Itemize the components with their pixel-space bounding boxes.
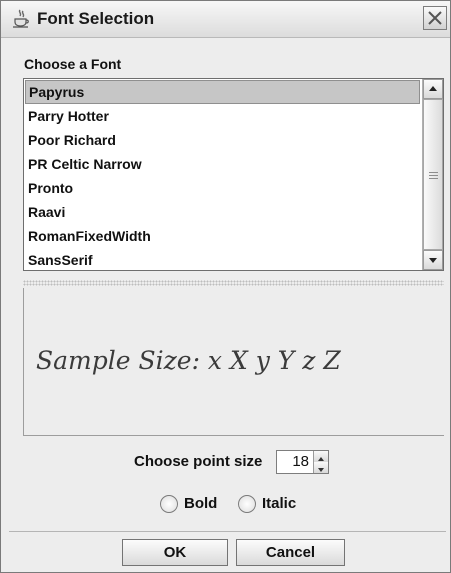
font-list-item[interactable]: Raavi — [25, 200, 420, 224]
dialog-title: Font Selection — [37, 9, 155, 28]
font-list-item[interactable]: Poor Richard — [25, 128, 420, 152]
bold-radio[interactable] — [160, 495, 178, 513]
arrow-up-icon — [429, 86, 437, 91]
cancel-button[interactable]: Cancel — [236, 539, 345, 566]
title-bar[interactable]: Font Selection — [1, 1, 450, 38]
close-icon — [428, 11, 442, 25]
spinner-up-button[interactable] — [313, 451, 328, 462]
font-list-item[interactable]: Pronto — [25, 176, 420, 200]
spinner-down-button[interactable] — [313, 462, 328, 473]
italic-label[interactable]: Italic — [262, 495, 296, 512]
font-list-item[interactable]: PR Celtic Narrow — [25, 152, 420, 176]
scroll-up-button[interactable] — [423, 79, 443, 99]
bold-label[interactable]: Bold — [184, 495, 217, 512]
font-selection-dialog: Font Selection Choose a Font Papyrus Par… — [0, 0, 451, 573]
italic-radio[interactable] — [238, 495, 256, 513]
scroll-down-button[interactable] — [423, 250, 443, 270]
preview-sample-text: Sample Size: x X y Y z Z — [36, 346, 341, 375]
point-size-label: Choose point size — [134, 453, 263, 470]
font-list-scrollbar[interactable] — [422, 79, 443, 270]
font-list[interactable]: Papyrus Parry Hotter Poor Richard PR Cel… — [23, 78, 444, 271]
ok-button[interactable]: OK — [122, 539, 228, 566]
font-list-item[interactable]: Parry Hotter — [25, 104, 420, 128]
split-pane-divider[interactable] — [23, 280, 444, 286]
point-size-spinner[interactable]: 18 — [276, 450, 329, 474]
font-list-item[interactable]: SansSerif — [25, 248, 420, 270]
java-cup-icon — [11, 9, 31, 29]
scroll-thumb[interactable] — [423, 99, 443, 250]
choose-font-label: Choose a Font — [24, 56, 122, 72]
spin-down-icon — [318, 468, 324, 472]
arrow-down-icon — [429, 258, 437, 263]
point-size-value[interactable]: 18 — [292, 453, 309, 470]
close-button[interactable] — [423, 6, 447, 30]
button-bar-separator — [9, 531, 446, 532]
font-preview-panel: Sample Size: x X y Y z Z — [23, 288, 444, 436]
font-list-item[interactable]: Papyrus — [25, 80, 420, 104]
font-list-item[interactable]: RomanFixedWidth — [25, 224, 420, 248]
